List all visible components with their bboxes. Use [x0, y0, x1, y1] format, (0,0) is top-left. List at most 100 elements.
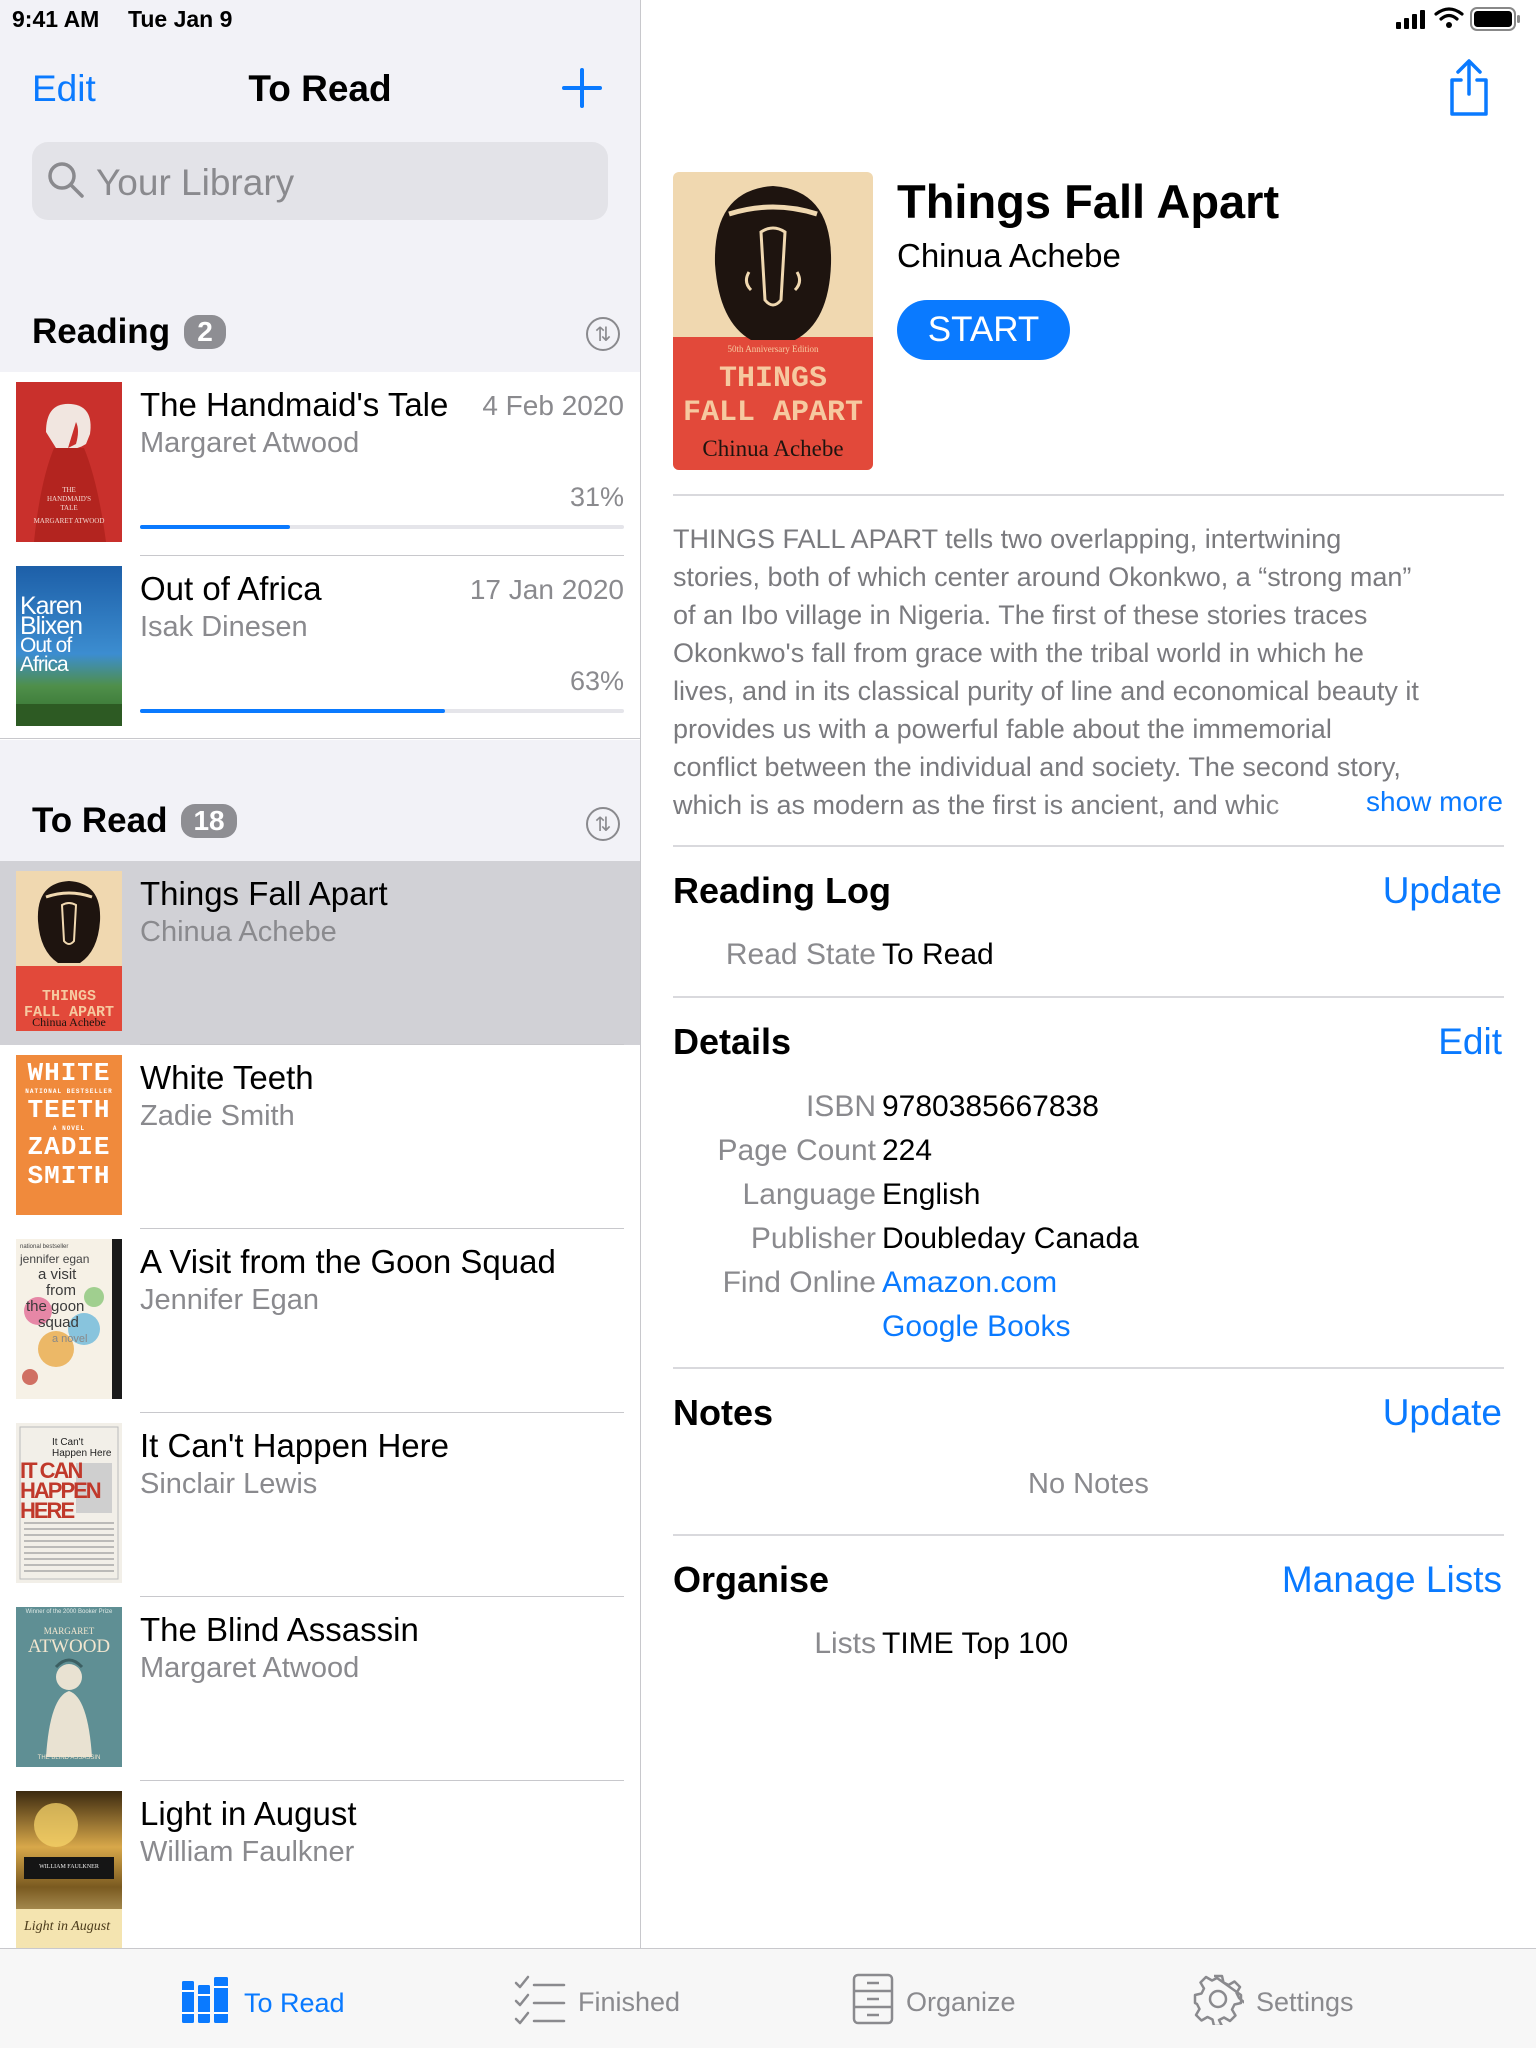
description-line: lives, and in its classical purity of li… [673, 676, 1419, 706]
read-state-label: Read State [725, 938, 876, 971]
cover-text: MARGARET ATWOOD [33, 517, 105, 525]
google-books-link[interactable]: Google Books [882, 1310, 1070, 1344]
organise-header: Organise [673, 1559, 830, 1600]
progress-fill [140, 709, 445, 713]
cover-text: Africa [20, 653, 69, 676]
cover-text: THINGS [41, 988, 96, 1005]
plus-icon[interactable] [560, 66, 604, 110]
progress-bar [140, 709, 624, 713]
progress-label: 63% [569, 666, 624, 696]
to-read-section-title: To Read [32, 801, 168, 840]
description-line: Okonkwo's fall from grace with the triba… [673, 638, 1364, 668]
cover-out-of-africa: Karen Blixen Out of Africa [16, 566, 122, 726]
cover-text: HERE [20, 1498, 75, 1523]
search-placeholder: Your Library [96, 162, 295, 203]
signal-icon [1394, 8, 1428, 35]
notes-header: Notes [673, 1392, 774, 1433]
cover-handmaids-tale: THE HANDMAID'S TALE MARGARET ATWOOD [16, 382, 122, 542]
page-title: To Read [248, 68, 392, 109]
update-notes-button[interactable]: Update [1383, 1392, 1502, 1434]
search-input[interactable]: Your Library [32, 142, 608, 220]
cover-text: a novel [52, 1333, 88, 1345]
read-state-value: To Read [882, 938, 994, 971]
edit-details-button[interactable]: Edit [1438, 1021, 1502, 1063]
language-label: Language [742, 1178, 876, 1211]
no-notes-text: No Notes [1028, 1468, 1149, 1500]
cover-goon-squad: national bestseller jennifer egan a visi… [16, 1239, 122, 1399]
book-author: Margaret Atwood [140, 1652, 360, 1684]
list-item[interactable]: WHITE NATIONAL BESTSELLER TEETH A NOVEL … [0, 1045, 640, 1229]
list-item[interactable]: national bestseller jennifer egan a visi… [0, 1229, 640, 1413]
book-author: Chinua Achebe [140, 916, 337, 948]
start-button[interactable]: START [897, 300, 1070, 360]
list-item[interactable]: THINGS FALL APART Chinua Achebe Things F… [0, 861, 640, 1045]
book-description: THINGS FALL APART tells two overlapping,… [673, 520, 1504, 824]
cover-text: WHITE [27, 1058, 111, 1088]
manage-lists-button[interactable]: Manage Lists [1282, 1559, 1502, 1601]
detail-cover-image: 50th Anniversary Edition THINGS FALL APA… [673, 172, 873, 470]
cover-text: THE BLIND ASSASSIN [37, 1755, 101, 1761]
book-author: William Faulkner [140, 1836, 355, 1868]
cover-text: jennifer egan [20, 1252, 90, 1266]
books-icon [180, 1975, 232, 2032]
gear-icon [1192, 1973, 1246, 2032]
wifi-icon [1434, 6, 1464, 35]
show-more-button[interactable]: show more [1362, 786, 1503, 818]
divider [673, 494, 1504, 496]
sort-to-read-icon[interactable]: ⇅ [586, 807, 620, 841]
divider [673, 845, 1504, 847]
tab-to-read[interactable]: To Read [180, 1975, 345, 2032]
cover-text: WILLIAM FAULKNER [39, 1864, 99, 1870]
cover-text: SMITH [27, 1161, 111, 1191]
publisher-label: Publisher [750, 1222, 876, 1255]
book-date: 17 Jan 2020 [469, 574, 624, 605]
cover-text: Light in August [24, 1919, 111, 1934]
cover-it-cant-happen-here: It Can't Happen Here IT CAN HAPPEN HERE [16, 1423, 122, 1583]
amazon-link[interactable]: Amazon.com [882, 1266, 1057, 1300]
cabinet-icon [852, 1973, 894, 2032]
tab-organize[interactable]: Organize [852, 1973, 1016, 2032]
cover-text: Chinua Achebe [32, 1015, 106, 1029]
reading-log-header: Reading Log [673, 870, 891, 911]
list-item[interactable]: THE HANDMAID'S TALE MARGARET ATWOOD The … [0, 372, 640, 556]
cover-white-teeth: WHITE NATIONAL BESTSELLER TEETH A NOVEL … [16, 1055, 122, 1215]
lists-value: TIME Top 100 [882, 1627, 1069, 1660]
status-time: 9:41 AM [12, 6, 100, 32]
book-title: Things Fall Apart [140, 875, 388, 912]
book-title: A Visit from the Goon Squad [140, 1243, 556, 1280]
checklist-icon [514, 1973, 566, 2032]
divider [673, 1534, 1504, 1536]
tab-label: To Read [244, 1988, 345, 2018]
page-count-label: Page Count [717, 1134, 876, 1167]
cover-text: a visit [38, 1266, 77, 1283]
divider [0, 738, 640, 739]
cover-light-in-august: WILLIAM FAULKNER Light in August [16, 1791, 122, 1948]
list-item[interactable]: WILLIAM FAULKNER Light in August Light i… [0, 1781, 640, 1948]
cover-text: THINGS [718, 362, 828, 396]
list-item[interactable]: Winner of the 2000 Booker Prize MARGARET… [0, 1597, 640, 1781]
book-author: Margaret Atwood [140, 427, 360, 459]
update-reading-log-button[interactable]: Update [1383, 870, 1502, 912]
cover-text: TALE [60, 504, 78, 512]
book-title: The Blind Assassin [140, 1611, 419, 1648]
list-item[interactable]: Karen Blixen Out of Africa Out of Africa… [0, 556, 640, 740]
description-line: of an Ibo village in Nigeria. The first … [673, 600, 1368, 630]
cover-text: from [46, 1282, 76, 1299]
tab-label: Settings [1256, 1987, 1354, 2017]
cover-text: FALL APART [682, 396, 864, 430]
description-line: conflict between the individual and soci… [673, 752, 1401, 782]
language-value: English [882, 1178, 981, 1211]
description-line: THINGS FALL APART tells two overlapping,… [673, 524, 1342, 554]
cover-text: ATWOOD [27, 1636, 111, 1657]
list-item[interactable]: It Can't Happen Here IT CAN HAPPEN HERE … [0, 1413, 640, 1597]
tab-finished[interactable]: Finished [514, 1973, 680, 2032]
cover-blind-assassin: Winner of the 2000 Booker Prize MARGARET… [16, 1607, 122, 1767]
reading-section-header: Reading 2 [32, 312, 227, 352]
tab-settings[interactable]: Settings [1192, 1973, 1354, 2032]
cover-text: Blixen [20, 612, 83, 640]
sort-reading-icon[interactable]: ⇅ [586, 317, 620, 351]
cover-text: It Can't [52, 1437, 84, 1448]
book-author: Jennifer Egan [140, 1284, 319, 1316]
share-icon[interactable] [1446, 58, 1492, 123]
progress-label: 31% [569, 482, 624, 512]
